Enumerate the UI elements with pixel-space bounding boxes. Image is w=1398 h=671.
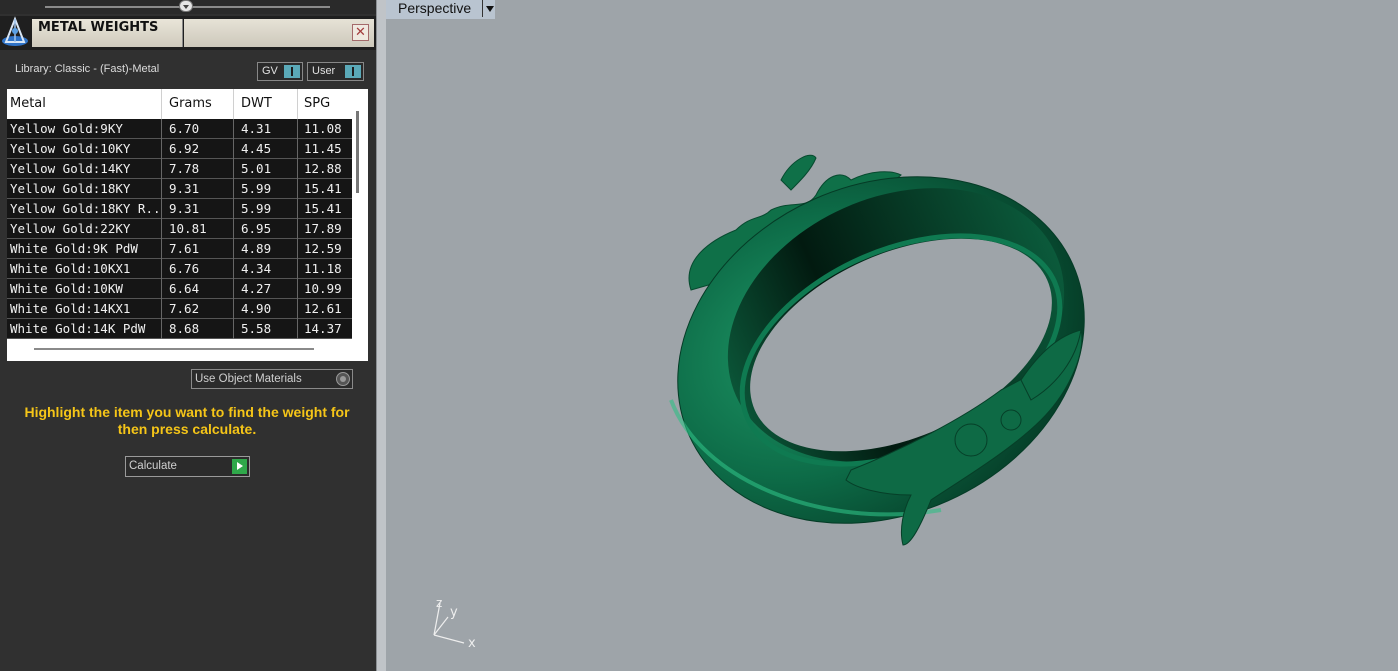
metal-table: Metal Grams DWT SPG Yellow Gold:9KY 6.70 4… — [7, 89, 368, 361]
calculate-label: Calculate — [129, 460, 177, 472]
cell-dwt: 5.99 — [234, 199, 298, 219]
use-object-materials-option[interactable]: Use Object Materials — [191, 369, 353, 389]
slider-thumb[interactable] — [179, 0, 193, 12]
cell-spg: 15.41 — [304, 181, 342, 196]
gv-toggle-label: GV — [262, 65, 278, 77]
metal-weights-logo-icon — [0, 16, 32, 50]
cell-metal: Yellow Gold:22KY — [7, 219, 162, 239]
cell-dwt: 5.58 — [234, 319, 298, 339]
cell-dwt: 5.99 — [234, 179, 298, 199]
table-row[interactable]: Yellow Gold:9KY 6.70 4.31 11.08 — [7, 119, 352, 139]
cell-grams: 9.31 — [162, 199, 234, 219]
cell-spg: 11.45 — [304, 141, 342, 156]
cell-metal: Yellow Gold:14KY — [7, 159, 162, 179]
cell-dwt: 6.95 — [234, 219, 298, 239]
cell-dwt: 4.45 — [234, 139, 298, 159]
y-axis-label: y — [450, 605, 458, 620]
cell-dwt: 4.34 — [234, 259, 298, 279]
title-bar-fill — [184, 19, 374, 47]
table-body: Yellow Gold:9KY 6.70 4.31 11.08 Yellow Gold:… — [7, 119, 352, 339]
column-header-dwt[interactable]: DWT — [234, 89, 298, 119]
cell-grams: 8.68 — [162, 319, 234, 339]
table-row[interactable]: White Gold:14KX1 7.62 4.90 12.61 — [7, 299, 352, 319]
cell-spg: 12.88 — [304, 161, 342, 176]
cell-metal: Yellow Gold:18KY R... — [7, 199, 162, 219]
cell-grams: 6.64 — [162, 279, 234, 299]
table-row[interactable]: White Gold:14K PdW 8.68 5.58 14.37 — [7, 319, 352, 339]
cell-metal: White Gold:10KW — [7, 279, 162, 299]
close-button[interactable]: ✕ — [352, 24, 369, 41]
cell-grams: 6.92 — [162, 139, 234, 159]
use-object-materials-radio-icon[interactable] — [336, 372, 350, 386]
table-vertical-scrollbar[interactable] — [356, 111, 359, 193]
calculate-button[interactable]: Calculate — [125, 456, 250, 477]
panel-splitter[interactable] — [376, 0, 386, 671]
cell-spg: 11.08 — [304, 121, 342, 136]
user-toggle-label: User — [312, 65, 336, 77]
axis-triad-icon: x z y — [433, 596, 476, 651]
cell-grams: 7.61 — [162, 239, 234, 259]
table-row[interactable]: White Gold:10KX1 6.76 4.34 11.18 — [7, 259, 352, 279]
column-header-grams[interactable]: Grams — [162, 89, 234, 119]
cell-grams: 9.31 — [162, 179, 234, 199]
perspective-viewport[interactable]: Perspective x z y — [386, 0, 1398, 671]
cell-grams: 10.81 — [162, 219, 234, 239]
cell-spg: 12.61 — [304, 301, 342, 316]
cell-spg: 15.41 — [304, 201, 342, 216]
cell-spg: 11.18 — [304, 261, 342, 276]
metal-weights-panel: METAL WEIGHTS ✕ Library: Classic - (Fast… — [0, 0, 376, 671]
table-row[interactable]: Yellow Gold:22KY 10.81 6.95 17.89 — [7, 219, 352, 239]
cell-metal: White Gold:14K PdW — [7, 319, 162, 339]
x-axis-label: x — [468, 636, 476, 651]
cell-metal: White Gold:10KX1 — [7, 259, 162, 279]
cell-metal: Yellow Gold:9KY — [7, 119, 162, 139]
panel-titlebar: METAL WEIGHTS ✕ — [0, 16, 376, 50]
cell-dwt: 5.01 — [234, 159, 298, 179]
user-toggle-switch[interactable] — [345, 65, 361, 78]
cell-metal: Yellow Gold:18KY — [7, 179, 162, 199]
panel-slider[interactable] — [0, 0, 376, 14]
play-arrow-icon[interactable] — [232, 459, 247, 474]
viewport-tab-label: Perspective — [398, 0, 472, 16]
cell-grams: 7.62 — [162, 299, 234, 319]
table-row[interactable]: Yellow Gold:10KY 6.92 4.45 11.45 — [7, 139, 352, 159]
z-axis-label: z — [436, 596, 442, 610]
cell-metal: White Gold:9K PdW — [7, 239, 162, 259]
table-row[interactable]: White Gold:10KW 6.64 4.27 10.99 — [7, 279, 352, 299]
cell-dwt: 4.27 — [234, 279, 298, 299]
cell-metal: White Gold:14KX1 — [7, 299, 162, 319]
ring-model[interactable] — [641, 150, 1111, 550]
instructions-text: Highlight the item you want to find the … — [24, 404, 350, 437]
library-label: Library: Classic - (Fast)-Metal — [15, 63, 160, 75]
cell-grams: 7.78 — [162, 159, 234, 179]
table-header: Metal Grams DWT SPG — [7, 89, 352, 119]
cell-dwt: 4.31 — [234, 119, 298, 139]
table-row[interactable]: Yellow Gold:14KY 7.78 5.01 12.88 — [7, 159, 352, 179]
cell-spg: 14.37 — [304, 321, 342, 336]
panel-title: METAL WEIGHTS — [38, 20, 159, 35]
cell-dwt: 4.90 — [234, 299, 298, 319]
viewport-tab-divider — [482, 0, 483, 17]
user-toggle[interactable]: User — [307, 62, 364, 81]
gv-toggle[interactable]: GV — [257, 62, 303, 81]
table-row[interactable]: White Gold:9K PdW 7.61 4.89 12.59 — [7, 239, 352, 259]
table-horizontal-scrollbar[interactable] — [34, 348, 314, 350]
use-object-materials-label: Use Object Materials — [195, 373, 302, 385]
cell-grams: 6.70 — [162, 119, 234, 139]
cell-dwt: 4.89 — [234, 239, 298, 259]
column-header-spg[interactable]: SPG — [298, 89, 352, 119]
cell-grams: 6.76 — [162, 259, 234, 279]
cell-spg: 12.59 — [304, 241, 342, 256]
viewport-tab[interactable]: Perspective — [386, 0, 495, 19]
chevron-down-icon[interactable] — [486, 6, 494, 12]
cell-metal: Yellow Gold:10KY — [7, 139, 162, 159]
cell-spg: 17.89 — [304, 221, 342, 236]
table-row[interactable]: Yellow Gold:18KY R... 9.31 5.99 15.41 — [7, 199, 352, 219]
column-header-metal[interactable]: Metal — [7, 89, 162, 119]
table-row[interactable]: Yellow Gold:18KY 9.31 5.99 15.41 — [7, 179, 352, 199]
cell-spg: 10.99 — [304, 281, 342, 296]
gv-toggle-switch[interactable] — [284, 65, 300, 78]
